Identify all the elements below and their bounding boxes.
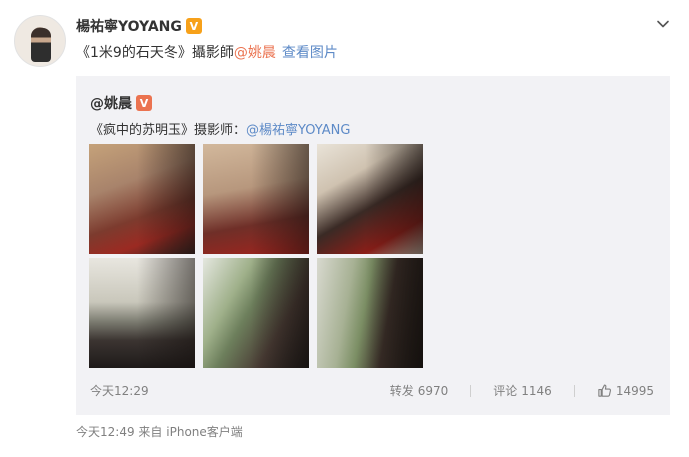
- post-mention-link[interactable]: @姚晨: [234, 45, 276, 61]
- chevron-down-icon[interactable]: [655, 16, 671, 32]
- photo-2[interactable]: [203, 144, 309, 254]
- verified-badge-icon: V: [136, 95, 152, 111]
- repost-author-name[interactable]: @姚晨: [90, 93, 132, 113]
- post-timestamp[interactable]: 今天12:49: [76, 425, 135, 439]
- repost-card: @姚晨 V 《疯中的苏明玉》摄影师：@楊祐寧YOYANG 今天12:29 转发 …: [76, 76, 670, 415]
- source-device[interactable]: iPhone客户端: [166, 425, 243, 439]
- photo-3[interactable]: [317, 144, 423, 254]
- comment-count: 1146: [521, 383, 552, 398]
- stat-divider: [573, 384, 575, 397]
- comment-label: 评论: [493, 384, 518, 398]
- photo-1[interactable]: [89, 144, 195, 254]
- forward-label: 转发: [389, 384, 414, 398]
- like-count: 14995: [615, 383, 654, 398]
- post-text-prefix: 《1米9的石天冬》攝影師: [76, 45, 234, 61]
- repost-author: @姚晨 V: [90, 93, 152, 113]
- avatar[interactable]: [14, 15, 66, 67]
- like-button[interactable]: 14995: [597, 383, 654, 398]
- repost-stats: 转发 6970 评论 1146 14995: [390, 382, 654, 399]
- view-images-link[interactable]: 查看图片: [282, 45, 338, 61]
- forward-button[interactable]: 转发 6970: [390, 382, 449, 399]
- post-author: 楊祐寧YOYANG V: [76, 16, 202, 36]
- comment-button[interactable]: 评论 1146: [493, 382, 552, 399]
- photo-5[interactable]: [203, 258, 309, 368]
- verified-badge-icon: V: [185, 18, 202, 34]
- repost-timestamp[interactable]: 今天12:29: [90, 382, 149, 399]
- repost-text-prefix: 《疯中的苏明玉》摄影师：: [90, 123, 247, 138]
- repost-text: 《疯中的苏明玉》摄影师：@楊祐寧YOYANG: [90, 119, 350, 138]
- post-footer: 今天12:49 来自 iPhone客户端: [76, 423, 243, 440]
- stat-divider: [470, 384, 472, 397]
- photo-6[interactable]: [317, 258, 423, 368]
- forward-count: 6970: [417, 383, 449, 398]
- repost-mention-link[interactable]: @楊祐寧YOYANG: [246, 123, 350, 138]
- thumbs-up-icon: [598, 384, 611, 397]
- post-author-name[interactable]: 楊祐寧YOYANG: [76, 16, 182, 36]
- avatar-figure: [31, 28, 51, 62]
- photo-4[interactable]: [89, 258, 195, 368]
- source-prefix: 来自: [138, 425, 163, 439]
- post-text: 《1米9的石天冬》攝影師@姚晨 查看图片: [76, 42, 338, 62]
